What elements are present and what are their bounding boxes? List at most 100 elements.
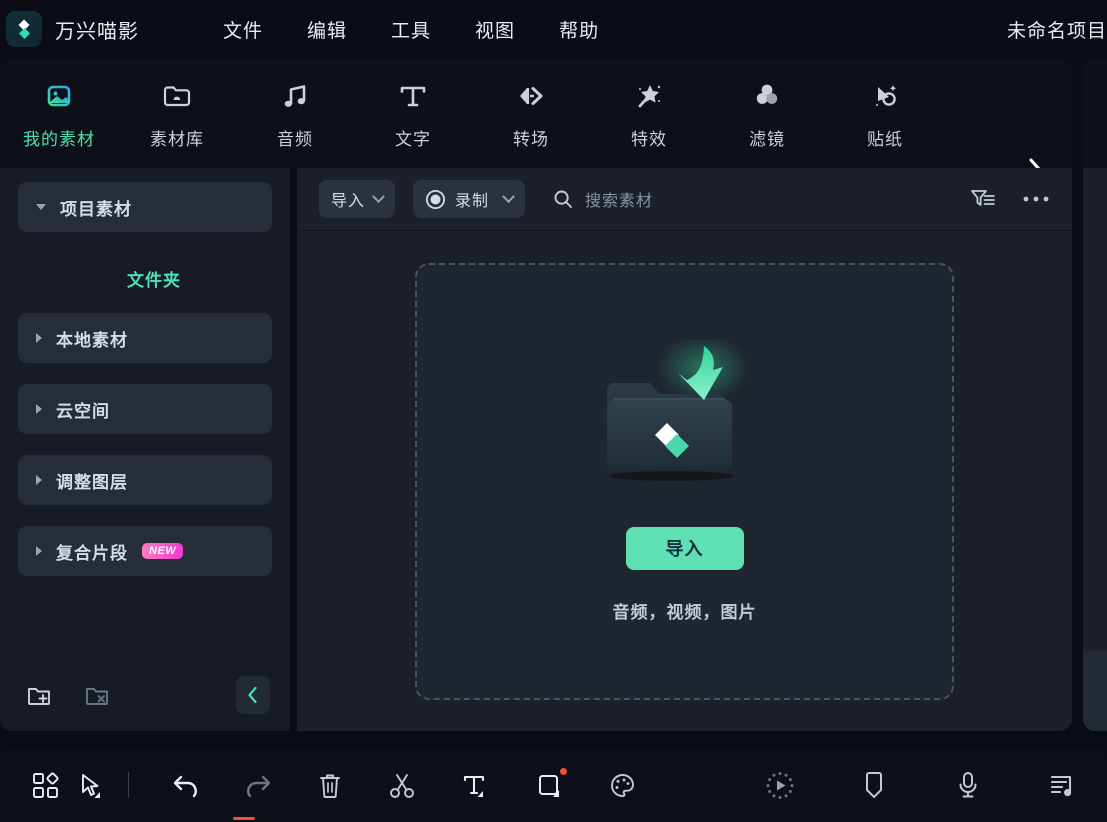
nav-tab-label: 素材库	[150, 130, 204, 149]
nav-tab-stickers[interactable]: 贴纸	[826, 58, 944, 168]
undo-icon[interactable]	[163, 762, 209, 808]
media-sidebar: 项目素材 文件夹 本地素材 云空间 调整图层 复合片段 NEW	[0, 168, 290, 731]
nav-tab-library[interactable]: 素材库	[118, 58, 236, 168]
nav-tab-label: 滤镜	[749, 130, 785, 149]
record-button-label: 录制	[455, 193, 490, 210]
sidebar-item-label: 复合片段	[56, 543, 128, 563]
nav-tab-label: 文字	[395, 130, 431, 149]
folder-cloud-icon	[160, 76, 194, 116]
record-dropdown-button[interactable]: 录制	[413, 180, 526, 218]
sidebar-item-project-media[interactable]: 项目素材	[18, 182, 272, 232]
chevron-down-icon	[502, 189, 515, 203]
dropzone-import-button[interactable]: 导入	[625, 526, 744, 570]
text-tool-icon[interactable]	[451, 762, 497, 808]
project-title: 未命名项目	[1006, 21, 1107, 42]
menu-view[interactable]: 视图	[453, 12, 537, 47]
timeline-position-indicator	[233, 817, 255, 820]
menu-help[interactable]: 帮助	[537, 12, 621, 47]
app-brand-name: 万兴喵影	[55, 20, 139, 43]
toolbar-divider	[128, 772, 129, 798]
nav-tab-label: 贴纸	[867, 130, 903, 149]
sidebar-item-cloud-space[interactable]: 云空间	[18, 384, 272, 434]
image-media-icon	[42, 76, 76, 116]
chevron-left-icon	[248, 686, 257, 704]
nav-tab-label: 音频	[277, 130, 313, 149]
sidebar-item-label: 文件夹	[127, 270, 181, 290]
sticker-shapes-icon	[868, 76, 902, 116]
menu-bar: 文件 编辑 工具 视图 帮助	[201, 12, 621, 47]
right-panel-edge-bottom	[1083, 651, 1107, 731]
timeline-toolbar	[0, 748, 1107, 822]
sidebar-item-adjustment-layer[interactable]: 调整图层	[18, 455, 272, 505]
chevron-down-icon	[372, 189, 385, 203]
trash-delete-icon[interactable]	[307, 762, 353, 808]
text-t-icon	[396, 76, 430, 116]
filter-circles-icon	[750, 76, 784, 116]
chevron-right-icon	[36, 333, 42, 343]
notification-dot	[560, 768, 567, 775]
dropzone-wrapper: 导入 音频，视频，图片	[297, 231, 1072, 731]
folder-add-icon[interactable]	[20, 676, 58, 714]
app-window: 万兴喵影 文件 编辑 工具 视图 帮助 未命名项目 我的素材 素材库 音频 文字…	[0, 0, 1107, 822]
sidebar-item-label: 本地素材	[56, 330, 128, 350]
nav-tab-filters[interactable]: 滤镜	[708, 58, 826, 168]
media-content-panel: 导入 录制 搜索素材 导入 音频，视频，图片	[297, 168, 1072, 731]
marker-flag-icon[interactable]	[851, 762, 897, 808]
media-dropzone[interactable]: 导入 音频，视频，图片	[415, 262, 954, 700]
title-bar: 万兴喵影 文件 编辑 工具 视图 帮助 未命名项目	[0, 0, 1107, 58]
right-panel-edge-top	[1083, 58, 1107, 168]
nav-tab-label: 转场	[513, 130, 549, 149]
menu-edit[interactable]: 编辑	[285, 12, 369, 47]
folder-remove-icon[interactable]	[78, 676, 116, 714]
audio-mixer-icon[interactable]	[1039, 762, 1085, 808]
sidebar-item-compound-clip[interactable]: 复合片段 NEW	[18, 526, 272, 576]
content-toolbar: 导入 录制 搜索素材	[297, 168, 1072, 231]
folder-with-download-arrow-illustration	[585, 333, 785, 515]
chevron-right-icon	[36, 475, 42, 485]
content-toolbar-right	[970, 187, 1050, 211]
redo-icon[interactable]	[235, 762, 281, 808]
chevron-right-icon	[36, 404, 42, 414]
magic-wand-star-icon	[632, 76, 666, 116]
sidebar-item-label: 云空间	[56, 401, 110, 421]
menu-tools[interactable]: 工具	[369, 12, 453, 47]
grid-layout-icon[interactable]	[22, 762, 68, 808]
microphone-icon[interactable]	[945, 762, 991, 808]
nav-tab-label: 我的素材	[23, 130, 95, 149]
search-icon	[553, 189, 573, 209]
search-input[interactable]: 搜索素材	[553, 187, 653, 211]
render-preview-icon[interactable]	[757, 762, 803, 808]
nav-tab-my-media[interactable]: 我的素材	[0, 58, 118, 168]
chevron-right-icon	[36, 546, 42, 556]
nav-tab-label: 特效	[631, 130, 667, 149]
nav-tab-audio[interactable]: 音频	[236, 58, 354, 168]
record-circle-icon	[425, 189, 446, 210]
nav-tab-transition[interactable]: 转场	[472, 58, 590, 168]
transition-arrows-icon	[514, 76, 548, 116]
right-panel-edge	[1083, 58, 1107, 731]
sidebar-item-local-media[interactable]: 本地素材	[18, 313, 272, 363]
cursor-select-icon[interactable]	[68, 762, 114, 808]
more-dots-icon[interactable]	[1022, 194, 1050, 204]
media-category-nav: 我的素材 素材库 音频 文字 转场 特效 滤镜 贴纸	[0, 58, 1072, 180]
chevron-down-icon	[36, 204, 46, 210]
dropzone-hint-text: 音频，视频，图片	[612, 602, 757, 622]
menu-file[interactable]: 文件	[201, 12, 285, 47]
crop-square-icon[interactable]	[527, 762, 573, 808]
import-dropdown-button[interactable]: 导入	[319, 180, 396, 218]
nav-tab-effects[interactable]: 特效	[590, 58, 708, 168]
app-logo	[6, 11, 42, 47]
filter-list-icon[interactable]	[970, 187, 996, 211]
sidebar-item-label: 项目素材	[60, 199, 132, 219]
status-badge-new: NEW	[142, 543, 184, 559]
sidebar-collapse-button[interactable]	[236, 676, 270, 714]
sidebar-footer	[0, 659, 290, 731]
nav-tab-text[interactable]: 文字	[354, 58, 472, 168]
music-note-icon	[278, 76, 312, 116]
sidebar-item-label: 调整图层	[56, 472, 128, 492]
sidebar-item-folder[interactable]: 文件夹	[18, 253, 272, 303]
filmora-diamond-logo-icon	[18, 19, 30, 39]
scissors-split-icon[interactable]	[379, 762, 425, 808]
import-button-label: 导入	[331, 193, 366, 210]
color-palette-icon[interactable]	[599, 762, 645, 808]
